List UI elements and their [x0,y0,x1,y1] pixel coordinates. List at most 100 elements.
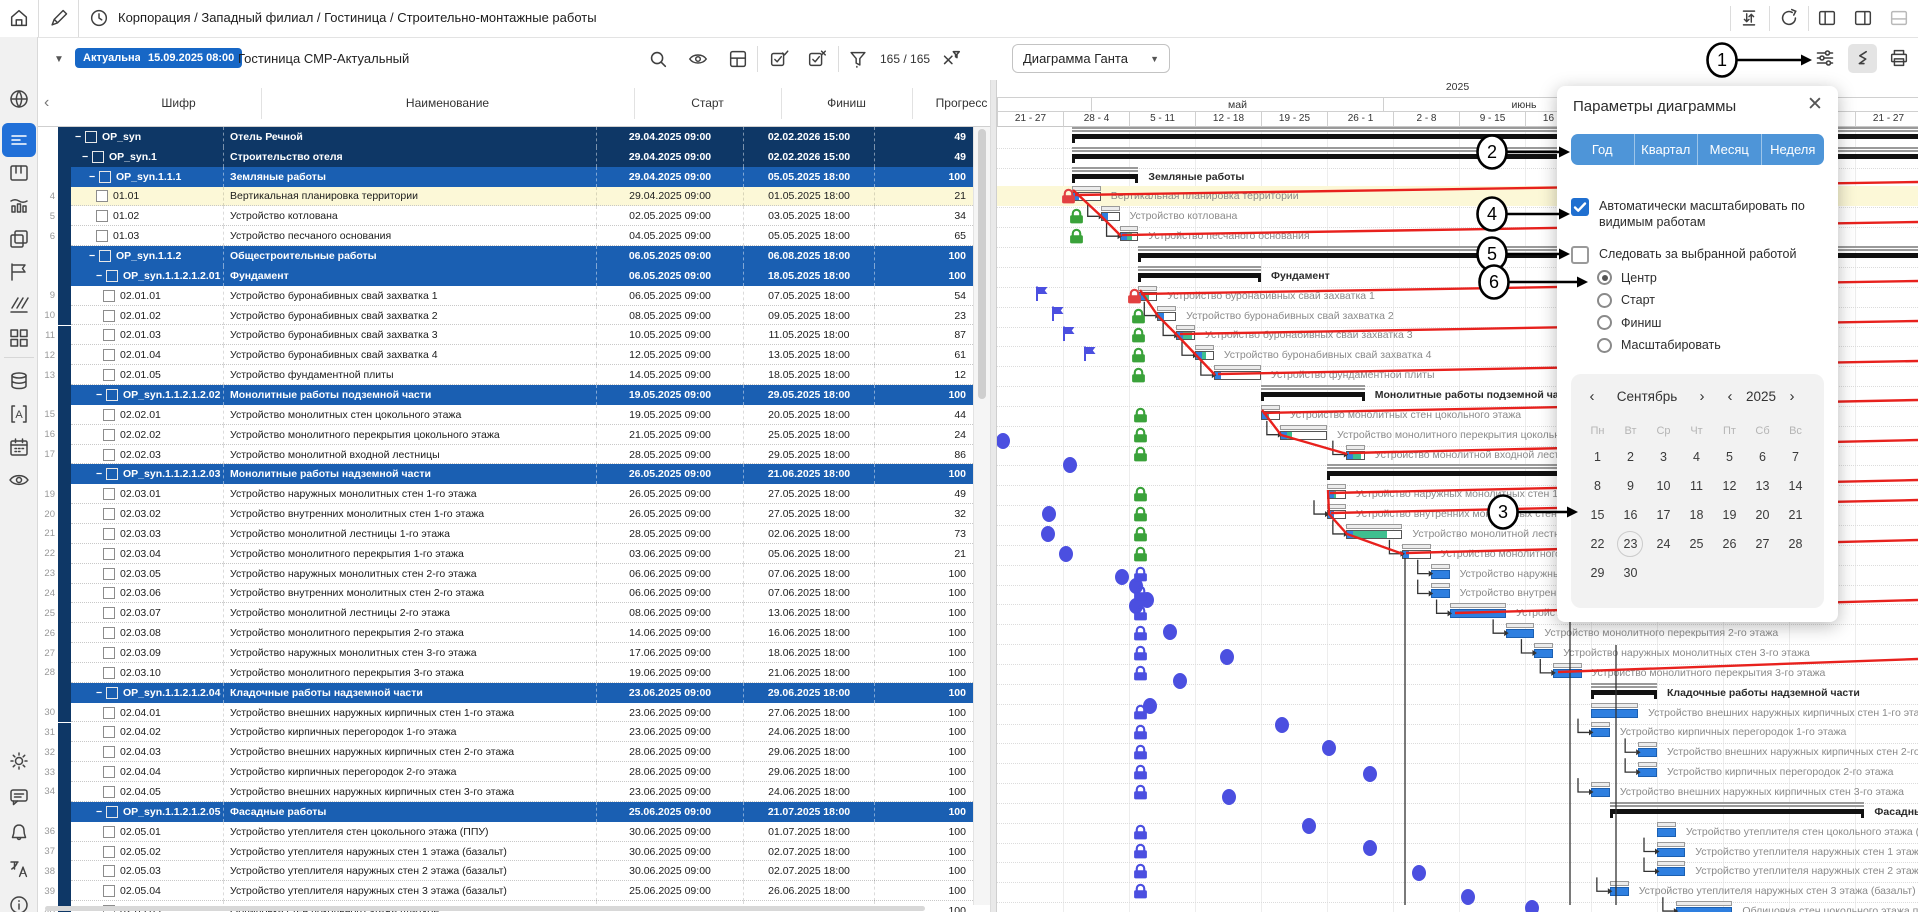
table-row[interactable]: 1902.03.01Устройство наружных монолитных… [38,484,990,504]
column-header-code[interactable]: Шифр [96,80,261,127]
sidebar-item-chart-icon[interactable] [7,194,31,218]
year-prev-icon[interactable]: ‹ [1721,388,1739,405]
row-checkbox[interactable] [103,766,115,778]
sidebar-item-eye-icon[interactable] [7,468,31,492]
sidebar-item-message-icon[interactable] [7,785,31,809]
month-next-icon[interactable]: › [1693,388,1711,405]
row-checkbox[interactable] [103,647,115,659]
gantt-task-bar[interactable] [1657,848,1685,857]
gantt-task-bar[interactable] [1657,828,1676,837]
panel-left-icon[interactable] [1814,5,1840,31]
gantt-task-bar[interactable] [1072,192,1100,201]
gantt-task-bar[interactable] [1402,550,1430,559]
radio-option-row[interactable]: Масштабировать [1597,338,1721,353]
calendar-date-11[interactable]: 11 [1680,473,1713,499]
print-icon[interactable] [1886,45,1912,71]
calendar-date-29[interactable]: 29 [1581,560,1614,586]
gantt-task-bar[interactable] [1450,609,1507,618]
sidebar-item-copy-icon[interactable] [7,227,31,251]
schedule-dropdown-caret[interactable]: ▼ [46,46,72,72]
table-row[interactable]: 2202.03.04Устройство монолитного перекры… [38,544,990,564]
eye-icon[interactable] [685,46,711,72]
radio-option-row[interactable]: Старт [1597,293,1655,308]
refresh-icon[interactable] [1776,5,1802,31]
clear-filter-icon[interactable] [938,46,964,72]
row-checkbox[interactable] [103,290,115,302]
row-checkbox[interactable] [103,786,115,798]
sidebar-item-text-a-icon[interactable]: A [7,402,31,426]
table-row[interactable]: 7−OP_syn.1.1.2Общестроительные работы06.… [38,246,990,266]
row-checkbox[interactable] [103,826,115,838]
panel-right-icon[interactable] [1850,5,1876,31]
calendar-date-23[interactable]: 23 [1614,531,1647,557]
row-checkbox[interactable] [103,548,115,560]
row-checkbox[interactable] [96,230,108,242]
gantt-task-bar[interactable] [1176,331,1195,340]
row-checkbox[interactable] [103,349,115,361]
gantt-task-bar[interactable] [1610,887,1629,896]
table-row[interactable]: 1002.01.02Устройство буронабивных свай з… [38,306,990,326]
sidebar-item-kanban-icon[interactable] [7,161,31,185]
expander-icon[interactable]: − [96,687,104,699]
gantt-task-bar[interactable] [1346,451,1365,460]
layout-columns-icon[interactable] [725,46,751,72]
table-row[interactable]: 3202.04.03Устройство внешних наружных ки… [38,742,990,762]
table-row[interactable]: 1502.02.01Устройство монолитных стен цок… [38,405,990,425]
table-row[interactable]: 2−OP_syn.1Строительство отеля29.04.2025 … [38,147,990,167]
calendar-date-5[interactable]: 5 [1713,444,1746,470]
gantt-task-bar[interactable] [1638,768,1657,777]
radio-icon[interactable] [1597,338,1612,353]
gantt-summary-bar[interactable] [1138,273,1261,278]
calendar-date-4[interactable]: 4 [1680,444,1713,470]
scale-option-месяц[interactable]: Месяц [1697,134,1761,165]
row-checkbox[interactable] [85,131,97,143]
table-row[interactable]: 501.02Устройство котлована02.05.2025 09:… [38,206,990,226]
row-checkbox[interactable] [103,726,115,738]
row-checkbox[interactable] [103,369,115,381]
clock-icon[interactable] [86,5,112,31]
sync-sort-icon[interactable] [1736,5,1762,31]
row-checkbox[interactable] [106,806,118,818]
table-row[interactable]: 2602.03.08Устройство монолитного перекры… [38,623,990,643]
calendar-date-25[interactable]: 25 [1680,531,1713,557]
row-checkbox[interactable] [106,687,118,699]
table-row[interactable]: 3102.04.02Устройство кирпичных перегород… [38,723,990,743]
year-next-icon[interactable]: › [1783,388,1801,405]
table-row[interactable]: 18−OP_syn.1.1.2.1.2.03Монолитные работы … [38,464,990,484]
gantt-task-bar[interactable] [1214,371,1261,380]
gantt-task-bar[interactable] [1591,709,1638,718]
table-row[interactable]: 3702.05.02Устройство утеплителя наружных… [38,842,990,862]
calendar-date-30[interactable]: 30 [1614,560,1647,586]
gantt-task-bar[interactable] [1553,669,1581,678]
calendar-date-6[interactable]: 6 [1746,444,1779,470]
chart-settings-sliders-icon[interactable] [1812,45,1838,71]
row-checkbox[interactable] [103,568,115,580]
table-row[interactable]: 8−OP_syn.1.1.2.1.2.01Фундамент06.05.2025… [38,266,990,286]
sidebar-item-list-icon[interactable] [2,123,36,157]
calendar-date-16[interactable]: 16 [1614,502,1647,528]
row-checkbox[interactable] [103,607,115,619]
edit-pencil-icon[interactable] [46,5,72,31]
expander-icon[interactable]: − [89,250,97,262]
gantt-task-bar[interactable] [1120,232,1139,241]
calendar-date-26[interactable]: 26 [1713,531,1746,557]
gantt-task-bar[interactable] [1101,212,1120,221]
table-row[interactable]: 601.03Устройство песчаного основания04.0… [38,226,990,246]
checkbox-checked-icon[interactable] [1571,198,1589,216]
sidebar-item-grid-icon[interactable] [7,326,31,350]
check-all-icon[interactable] [766,46,792,72]
table-row[interactable]: 1202.01.04Устройство буронабивных свай з… [38,345,990,365]
sidebar-item-hatch-icon[interactable] [7,293,31,317]
gantt-task-bar[interactable] [1591,788,1610,797]
gantt-task-bar[interactable] [1638,748,1657,757]
table-row[interactable]: 2102.03.03Устройство монолитной лестницы… [38,524,990,544]
scale-option-год[interactable]: Год [1571,134,1634,165]
scale-option-неделя[interactable]: Неделя [1761,134,1825,165]
calendar-date-1[interactable]: 1 [1581,444,1614,470]
expander-icon[interactable]: − [96,468,104,480]
radio-option-row[interactable]: Финиш [1597,315,1661,330]
gantt-task-bar[interactable] [1157,312,1176,321]
row-checkbox[interactable] [103,329,115,341]
column-header-name[interactable]: Наименование [261,80,634,127]
calendar-date-19[interactable]: 19 [1713,502,1746,528]
